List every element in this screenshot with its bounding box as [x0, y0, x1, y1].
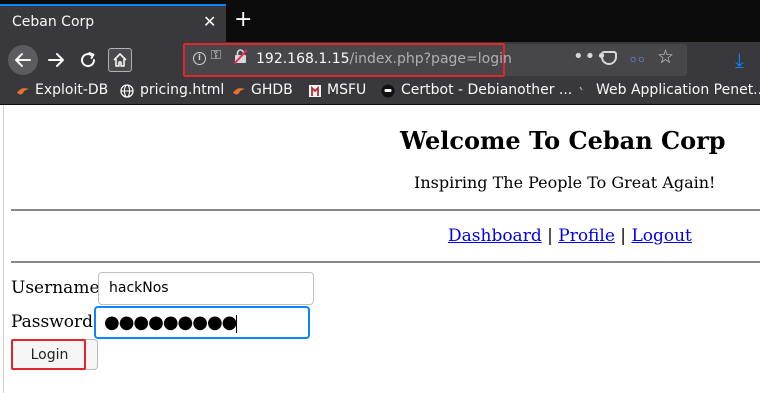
close-icon[interactable]: ✕ [203, 12, 216, 31]
bookmark-pricing[interactable]: pricing.html [140, 82, 224, 98]
tab-bar: Ceban Corp ✕ + [0, 0, 760, 42]
reload-button[interactable] [73, 45, 103, 75]
username-label: Username [11, 278, 100, 298]
nav-separator: | [547, 226, 553, 246]
url-path: /index.php?page=login [349, 51, 512, 67]
login-button-label: Login [30, 347, 69, 363]
password-field[interactable]: ●●●●●●●●● [94, 306, 310, 339]
bookmark-exploit-db[interactable]: Exploit-DB [35, 82, 108, 98]
site-nav: Dashboard | Profile | Logout [448, 226, 692, 246]
globe-icon [120, 84, 134, 98]
password-label: Password [11, 312, 94, 332]
logout-link[interactable]: Logout [631, 226, 691, 246]
page-content: Welcome To Ceban Corp Inspiring The Peop… [0, 105, 760, 393]
key-icon[interactable]: ⚿ [211, 48, 221, 63]
home-icon [113, 53, 127, 67]
dashboard-link[interactable]: Dashboard [448, 226, 542, 246]
back-button[interactable] [8, 45, 38, 75]
tab-ceban-corp[interactable]: Ceban Corp ✕ [0, 4, 226, 42]
nav-separator: | [620, 226, 627, 246]
divider [11, 209, 760, 211]
url-text[interactable]: 192.168.1.15/index.php?page=login [256, 51, 512, 67]
bookmark-star-icon[interactable]: ☆ [657, 46, 674, 68]
metasploit-icon [309, 85, 321, 97]
exploit-db-icon [17, 88, 29, 95]
profile-link[interactable]: Profile [558, 226, 615, 246]
page-icon [579, 86, 583, 91]
login-button[interactable]: Login [11, 339, 98, 370]
tagline: Inspiring The People To Great Again! [414, 173, 716, 192]
new-tab-icon[interactable]: + [234, 8, 252, 32]
tab-title: Ceban Corp [12, 14, 95, 30]
username-field[interactable]: hackNos [98, 272, 314, 305]
info-icon[interactable]: i [193, 52, 206, 65]
navigation-toolbar: i ⚿ 192.168.1.15/index.php?page=login ••… [0, 42, 760, 78]
password-mask: ●●●●●●●●● [104, 312, 237, 333]
extension-icon[interactable]: ㅇㅇ [629, 53, 646, 66]
bookmarks-toolbar: Exploit-DB pricing.html GHDB MSFU Certbo… [0, 78, 760, 105]
url-host: 192.168.1.15 [256, 51, 350, 67]
arrow-left-icon [15, 53, 31, 67]
reload-icon [81, 52, 96, 68]
bookmark-ghdb[interactable]: GHDB [251, 82, 293, 98]
bookmark-web-app-pentest[interactable]: Web Application Penet... [596, 82, 760, 98]
download-icon[interactable]: ⤓ [735, 48, 744, 72]
divider [11, 261, 760, 263]
exploit-db-icon [233, 88, 245, 95]
forward-button[interactable] [41, 45, 71, 75]
home-button[interactable] [105, 45, 135, 75]
bookmark-certbot[interactable]: Certbot - Debianother ... [401, 82, 572, 98]
divider [3, 105, 4, 393]
text-caret [236, 315, 238, 333]
certbot-icon [381, 84, 395, 98]
page-title: Welcome To Ceban Corp [400, 126, 726, 155]
arrow-right-icon [48, 53, 64, 67]
bookmark-msfu[interactable]: MSFU [327, 82, 366, 98]
insecure-lock-icon[interactable] [234, 49, 247, 64]
